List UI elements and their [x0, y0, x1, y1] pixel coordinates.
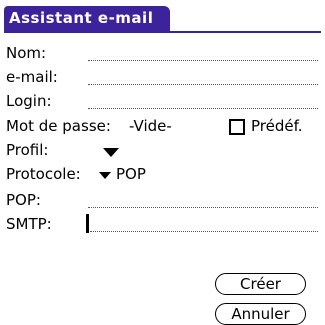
profil-label: Profil:: [6, 141, 49, 159]
protocole-dropdown-icon[interactable]: [99, 172, 111, 179]
title-divider: [4, 31, 321, 33]
create-button[interactable]: Créer: [215, 273, 306, 295]
protocole-label: Protocole:: [6, 165, 81, 183]
smtp-label: SMTP:: [6, 215, 52, 233]
pop-field[interactable]: [88, 207, 318, 208]
password-label: Mot de passe:: [6, 117, 111, 135]
pop-label: POP:: [6, 191, 41, 209]
nom-field[interactable]: [88, 60, 318, 61]
profil-dropdown-icon[interactable]: [103, 148, 119, 157]
login-field[interactable]: [88, 108, 318, 109]
predef-checkbox[interactable]: [229, 119, 245, 135]
email-label: e-mail:: [6, 68, 58, 86]
password-value[interactable]: -Vide-: [129, 117, 172, 135]
email-field[interactable]: [88, 84, 318, 85]
nom-label: Nom:: [6, 44, 47, 62]
form-title: Assistant e-mail: [9, 9, 154, 27]
predef-label: Prédéf.: [251, 117, 303, 135]
text-cursor: [86, 214, 89, 233]
login-label: Login:: [6, 92, 52, 110]
protocole-value[interactable]: POP: [116, 165, 146, 183]
smtp-field[interactable]: [90, 231, 318, 232]
